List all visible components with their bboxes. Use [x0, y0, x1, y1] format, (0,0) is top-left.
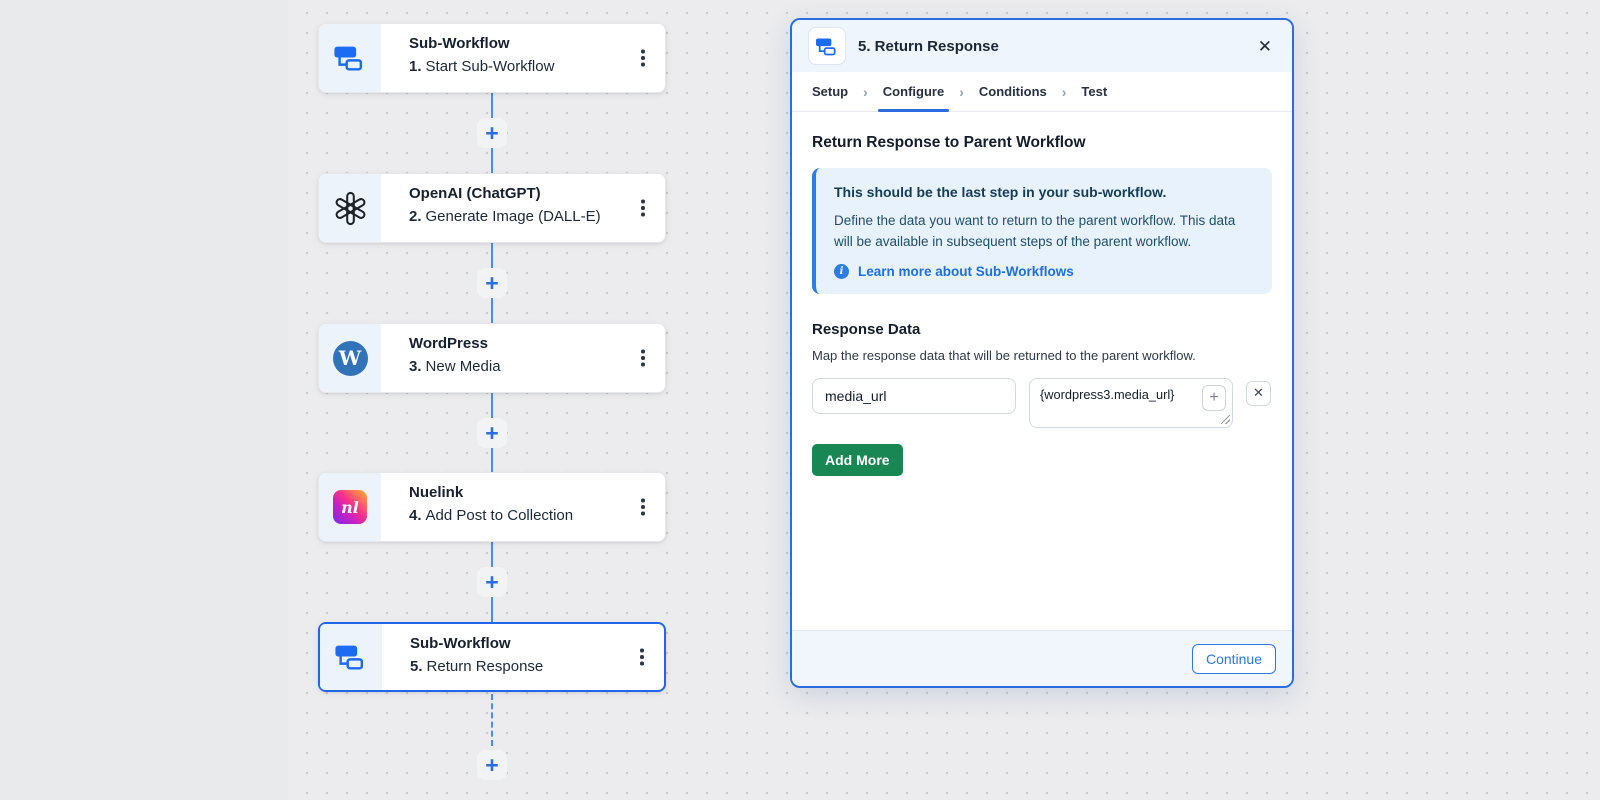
step-icon-cell: W — [319, 324, 381, 392]
step-app-name: Sub-Workflow — [409, 35, 510, 52]
tab-configure[interactable]: Configure — [877, 72, 950, 112]
panel-footer: Continue — [792, 630, 1292, 686]
kebab-menu-icon[interactable] — [635, 197, 651, 219]
step-action-label: New Media — [425, 358, 501, 375]
workflow-step-5[interactable]: Sub-Workflow 5. Return Response — [318, 622, 666, 692]
add-step-button[interactable]: + — [477, 750, 507, 780]
add-step-button[interactable]: + — [477, 118, 507, 148]
workflow-step-3[interactable]: W WordPress 3. New Media — [318, 323, 666, 393]
step-action-label: Return Response — [426, 658, 544, 675]
step-number: 1. — [409, 58, 422, 75]
response-value-field[interactable]: {wordpress3.media_url} + — [1029, 377, 1233, 428]
step-number: 2. — [409, 208, 422, 225]
panel-tab-bar: Setup › Configure › Conditions › Test — [792, 72, 1292, 112]
subworkflow-icon — [816, 38, 836, 55]
step-action-label: Start Sub-Workflow — [425, 58, 555, 75]
workflow-step-1[interactable]: Sub-Workflow 1. Start Sub-Workflow — [318, 23, 666, 93]
step-text: Sub-Workflow 5. Return Response — [382, 624, 664, 690]
info-icon: i — [834, 263, 849, 279]
step-text: Nuelink 4. Add Post to Collection — [381, 473, 665, 541]
subworkflow-icon — [335, 645, 364, 670]
step-action-label: Add Post to Collection — [425, 507, 574, 524]
step-app-name: Nuelink — [409, 484, 464, 501]
kebab-menu-icon[interactable] — [635, 496, 651, 518]
subworkflow-icon — [334, 46, 363, 71]
close-icon[interactable]: ✕ — [1254, 36, 1276, 57]
wordpress-icon: W — [332, 340, 368, 376]
step-text: OpenAI (ChatGPT) 2. Generate Image (DALL-… — [381, 174, 665, 242]
tab-test[interactable]: Test — [1081, 72, 1107, 111]
tab-setup[interactable]: Setup — [812, 72, 848, 111]
step-text: Sub-Workflow 1. Start Sub-Workflow — [381, 24, 665, 92]
response-data-heading: Response Data — [812, 320, 921, 338]
step-app-name: OpenAI (ChatGPT) — [409, 185, 541, 202]
learn-more-link[interactable]: Learn more about Sub-Workflows — [858, 264, 1074, 279]
workflow-step-2[interactable]: OpenAI (ChatGPT) 2. Generate Image (DALL-… — [318, 173, 666, 243]
response-data-row: {wordpress3.media_url} + ✕ — [812, 377, 1272, 428]
panel-body: Return Response to Parent Workflow This … — [792, 112, 1292, 630]
insert-variable-button[interactable]: + — [1202, 384, 1226, 411]
continue-button[interactable]: Continue — [1191, 643, 1276, 674]
kebab-menu-icon[interactable] — [634, 646, 650, 668]
add-step-button[interactable]: + — [477, 567, 507, 597]
panel-header: 5. Return Response ✕ — [792, 20, 1292, 72]
tab-conditions[interactable]: Conditions — [979, 72, 1047, 111]
step-icon-cell — [319, 24, 381, 92]
step-icon-cell — [319, 174, 381, 242]
response-key-input[interactable] — [812, 377, 1016, 414]
panel-title: 5. Return Response — [858, 37, 999, 55]
kebab-menu-icon[interactable] — [635, 347, 651, 369]
remove-row-button[interactable]: ✕ — [1246, 380, 1271, 406]
add-step-button[interactable]: + — [477, 418, 507, 448]
add-step-button[interactable]: + — [477, 268, 507, 298]
panel-app-icon — [808, 27, 846, 65]
step-app-name: WordPress — [409, 335, 488, 352]
info-callout: This should be the last step in your sub… — [812, 168, 1272, 294]
response-data-description: Map the response data that will be retur… — [812, 347, 1196, 363]
step-number: 3. — [409, 358, 422, 375]
panel-section-title: Return Response to Parent Workflow — [812, 134, 1086, 151]
step-icon-cell — [320, 624, 382, 690]
step-number: 5. — [410, 658, 423, 675]
kebab-menu-icon[interactable] — [635, 47, 651, 69]
step-action-label: Generate Image (DALL-E) — [425, 208, 601, 225]
step-config-panel: 5. Return Response ✕ Setup › Configure ›… — [790, 18, 1294, 688]
response-value-text: {wordpress3.media_url} — [1040, 386, 1175, 402]
openai-icon — [335, 191, 365, 225]
add-more-button[interactable]: Add More — [812, 443, 903, 476]
resize-handle[interactable] — [1220, 415, 1230, 425]
chevron-right-icon: › — [1061, 83, 1067, 100]
chevron-right-icon: › — [959, 83, 964, 100]
chevron-right-icon: › — [863, 83, 868, 100]
workflow-step-4[interactable]: nl Nuelink 4. Add Post to Collection — [318, 472, 666, 542]
step-text: WordPress 3. New Media — [381, 324, 665, 392]
nuelink-icon: nl — [333, 490, 367, 524]
workflow-connector-dashed-line — [491, 694, 493, 746]
step-number: 4. — [409, 507, 422, 524]
step-icon-cell: nl — [319, 473, 381, 541]
info-callout-body: Define the data you want to return to th… — [834, 213, 1236, 249]
info-callout-title: This should be the last step in your sub… — [834, 184, 1167, 200]
step-app-name: Sub-Workflow — [410, 635, 511, 652]
